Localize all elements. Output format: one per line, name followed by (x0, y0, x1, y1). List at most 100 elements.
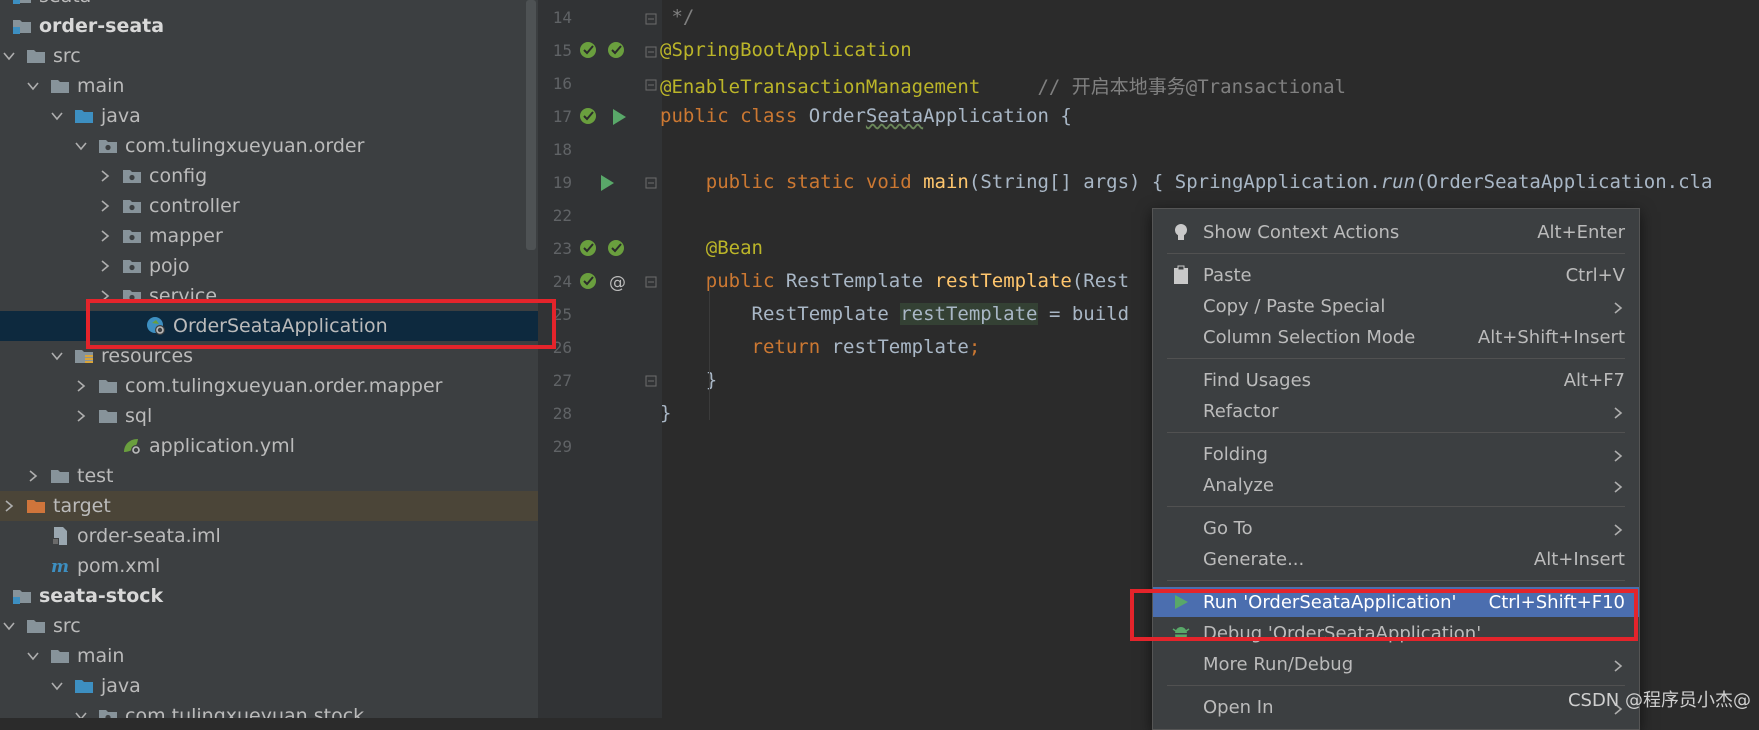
bean-icon[interactable] (606, 40, 628, 62)
tree-item[interactable]: order-seata (0, 11, 538, 41)
fold-icon[interactable] (640, 8, 662, 30)
tree-item[interactable]: com.tulingxueyuan.stock (0, 701, 538, 718)
fold-icon[interactable] (640, 74, 662, 96)
tree-item[interactable]: java (0, 101, 538, 131)
tree-item[interactable]: pojo (0, 251, 538, 281)
code-token: RestTemplate (660, 303, 901, 325)
folder-icon (98, 376, 118, 396)
tree-item[interactable]: order-seata.iml (0, 521, 538, 551)
menu-item-label: Paste (1203, 264, 1252, 286)
tree-item[interactable]: src (0, 41, 538, 71)
menu-item[interactable]: Paste Ctrl+V (1153, 260, 1639, 290)
code-token: = build (1037, 303, 1130, 325)
chevron-right-icon[interactable] (74, 401, 88, 431)
fold-icon[interactable] (640, 172, 662, 194)
menu-item-shortcut: Alt+Insert (1533, 548, 1625, 570)
chevron-down-icon[interactable] (2, 611, 16, 641)
menu-item[interactable]: Generate... Alt+Insert (1153, 544, 1639, 574)
menu-item-label: Analyze (1203, 474, 1274, 496)
fold-icon[interactable] (640, 41, 662, 63)
menu-item-label: Refactor (1203, 400, 1279, 422)
spring-bean-icon[interactable] (578, 106, 600, 128)
chevron-right-icon[interactable] (98, 161, 112, 191)
chevron-down-icon[interactable] (26, 71, 40, 101)
run-gutter-icon[interactable] (608, 106, 630, 128)
tree-item-label: main (77, 645, 125, 667)
code-token: public class (660, 105, 809, 127)
bean-icon[interactable] (578, 40, 600, 62)
fold-icon[interactable] (640, 271, 662, 293)
tree-item[interactable]: com.tulingxueyuan.order (0, 131, 538, 161)
submenu-arrow-icon (1611, 404, 1625, 425)
menu-item[interactable]: Go To (1153, 513, 1639, 543)
tree-item[interactable]: m pom.xml (0, 551, 538, 581)
folder-icon (50, 76, 70, 96)
chevron-down-icon[interactable] (2, 41, 16, 71)
tree-item-label: com.tulingxueyuan.order.mapper (125, 375, 443, 397)
tree-item[interactable]: target (0, 491, 538, 521)
chevron-down-icon[interactable] (26, 641, 40, 671)
run-gutter-icon[interactable] (596, 172, 618, 194)
fold-icon[interactable] (640, 370, 662, 392)
tree-item[interactable]: config (0, 161, 538, 191)
chevron-down-icon[interactable] (50, 671, 64, 701)
chevron-right-icon[interactable] (2, 491, 16, 521)
menu-item[interactable]: Show Context Actions Alt+Enter (1153, 217, 1639, 247)
bean-icon[interactable] (606, 238, 628, 260)
line-number: 24 (552, 272, 572, 291)
at-icon[interactable]: @ (606, 271, 628, 293)
chevron-down-icon[interactable] (74, 131, 88, 161)
menu-item[interactable]: More Run/Debug (1153, 649, 1639, 679)
tree-item[interactable]: seata-stock (0, 581, 538, 611)
chevron-right-icon[interactable] (98, 251, 112, 281)
chevron-right-icon[interactable] (98, 221, 112, 251)
code-token: public (660, 270, 786, 292)
tree-item[interactable]: seata (0, 0, 538, 11)
menu-separator (1167, 506, 1625, 507)
tree-item[interactable]: main (0, 641, 538, 671)
chevron-right-icon[interactable] (26, 461, 40, 491)
menu-item-shortcut: Alt+Shift+Insert (1477, 326, 1625, 348)
menu-item[interactable]: Refactor (1153, 396, 1639, 426)
menu-item[interactable]: Column Selection Mode Alt+Shift+Insert (1153, 322, 1639, 352)
menu-item-label: Column Selection Mode (1203, 326, 1416, 348)
highlight-box-tree (86, 299, 556, 349)
menu-item[interactable]: Analyze (1153, 470, 1639, 500)
line-number: 14 (552, 8, 572, 27)
highlight-box-run (1130, 589, 1638, 641)
tree-item[interactable]: java (0, 671, 538, 701)
chevron-down-icon[interactable] (50, 341, 64, 371)
menu-item[interactable]: Find Usages Alt+F7 (1153, 365, 1639, 395)
tree-item[interactable]: com.tulingxueyuan.order.mapper (0, 371, 538, 401)
tree-item[interactable]: application.yml (0, 431, 538, 461)
excluded-folder-icon (26, 496, 46, 516)
tree-scrollbar[interactable] (526, 0, 536, 250)
code-token: Application { (923, 105, 1072, 127)
menu-separator (1167, 253, 1625, 254)
chevron-right-icon[interactable] (98, 191, 112, 221)
bean-icon[interactable] (578, 271, 600, 293)
tree-item-label: src (53, 615, 81, 637)
iml-file-icon (50, 526, 70, 546)
package-icon (122, 256, 142, 276)
bulb-icon (1171, 222, 1191, 242)
tree-item[interactable]: sql (0, 401, 538, 431)
tree-item[interactable]: test (0, 461, 538, 491)
svg-text:m: m (51, 557, 69, 576)
package-icon (122, 166, 142, 186)
chevron-right-icon[interactable] (74, 371, 88, 401)
folder-icon (26, 46, 46, 66)
tree-item[interactable]: main (0, 71, 538, 101)
menu-item[interactable]: Copy / Paste Special (1153, 291, 1639, 321)
menu-item-label: Go To (1203, 517, 1253, 539)
menu-item[interactable]: Folding (1153, 439, 1639, 469)
line-number: 23 (552, 239, 572, 258)
tree-item[interactable]: controller (0, 191, 538, 221)
tree-item[interactable]: mapper (0, 221, 538, 251)
chevron-down-icon[interactable] (74, 701, 88, 718)
tree-item[interactable]: src (0, 611, 538, 641)
tree-item-label: main (77, 75, 125, 97)
code-token: @SpringBootApplication (660, 39, 912, 61)
bean-icon[interactable] (578, 238, 600, 260)
chevron-down-icon[interactable] (50, 101, 64, 131)
